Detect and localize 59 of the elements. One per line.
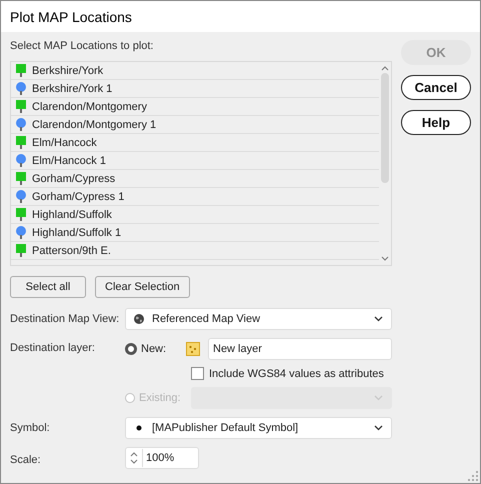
- location-item[interactable]: Gorham/Cypress 1: [11, 188, 379, 206]
- symbol-dropdown[interactable]: [MAPublisher Default Symbol]: [125, 417, 392, 439]
- location-name: Elm/Hancock: [32, 136, 97, 148]
- square-marker-icon: [16, 172, 26, 185]
- list-button[interactable]: Select all: [10, 276, 86, 298]
- dialog-button[interactable]: Help: [401, 110, 471, 135]
- pin-marker-icon: [16, 154, 26, 167]
- scroll-down-icon[interactable]: [381, 256, 389, 262]
- pin-marker-icon: [16, 190, 26, 203]
- location-name: Clarendon/Montgomery 1: [32, 118, 156, 130]
- location-item[interactable]: Berkshire/York: [11, 62, 379, 80]
- location-item[interactable]: Gorham/Cypress: [11, 170, 379, 188]
- location-name: Highland/Suffolk 1: [32, 226, 122, 238]
- location-item[interactable]: Berkshire/York 1: [11, 80, 379, 98]
- pin-marker-icon: [16, 226, 26, 239]
- location-name: Clarendon/Montgomery: [32, 100, 147, 112]
- square-marker-icon: [16, 100, 26, 113]
- resize-grip-icon[interactable]: [468, 471, 478, 481]
- location-name: Highland/Suffolk: [32, 208, 112, 220]
- scroll-thumb[interactable]: [381, 73, 389, 183]
- square-marker-icon: [16, 64, 26, 77]
- square-marker-icon: [16, 136, 26, 149]
- location-item[interactable]: Clarendon/Montgomery 1: [11, 116, 379, 134]
- location-name: Gorham/Cypress: [32, 172, 116, 184]
- location-name: Gorham/Cypress 1: [32, 190, 124, 202]
- scale-label: Scale:: [10, 454, 42, 466]
- layer-icon: [186, 342, 200, 356]
- scroll-up-icon[interactable]: [381, 65, 389, 71]
- location-name: Berkshire/York: [32, 64, 104, 76]
- location-item[interactable]: Highland/Suffolk 1: [11, 224, 379, 242]
- location-item[interactable]: Patterson/9th E.: [11, 242, 379, 260]
- scale-spinner[interactable]: 100%: [125, 447, 199, 469]
- chevron-down-icon: [374, 316, 383, 322]
- location-item[interactable]: Clarendon/Montgomery: [11, 98, 379, 116]
- location-name: Berkshire/York 1: [32, 82, 112, 94]
- wgs84-checkbox[interactable]: Include WGS84 values as attributes: [191, 367, 392, 380]
- dot-icon: [134, 423, 144, 433]
- layer-label: Destination layer:: [10, 341, 96, 354]
- dialog-button[interactable]: Cancel: [401, 75, 471, 100]
- square-marker-icon: [16, 208, 26, 221]
- pin-marker-icon: [16, 118, 26, 131]
- location-item[interactable]: Highland/Suffolk: [11, 206, 379, 224]
- location-name: Patterson/9th E.: [32, 244, 111, 256]
- map-view-dropdown[interactable]: Referenced Map View: [125, 308, 392, 330]
- chevron-down-icon: [374, 425, 383, 431]
- layer-name-field[interactable]: New layer: [208, 338, 392, 360]
- layer-radio[interactable]: New:: [125, 343, 183, 355]
- location-item[interactable]: Elm/Hancock 1: [11, 152, 379, 170]
- list-label: Select MAP Locations to plot:: [10, 40, 154, 54]
- location-item[interactable]: Elm/Hancock: [11, 134, 379, 152]
- pin-marker-icon: [16, 82, 26, 95]
- map-view-label: Destination Map View:: [10, 313, 120, 325]
- location-name: Elm/Hancock 1: [32, 154, 106, 166]
- chevron-down-icon: [374, 395, 383, 401]
- list-button[interactable]: Clear Selection: [95, 276, 190, 298]
- square-marker-icon: [16, 244, 26, 257]
- symbol-label: Symbol:: [10, 422, 51, 434]
- window-title: Plot MAP Locations: [10, 8, 132, 24]
- globe-icon: [134, 314, 144, 324]
